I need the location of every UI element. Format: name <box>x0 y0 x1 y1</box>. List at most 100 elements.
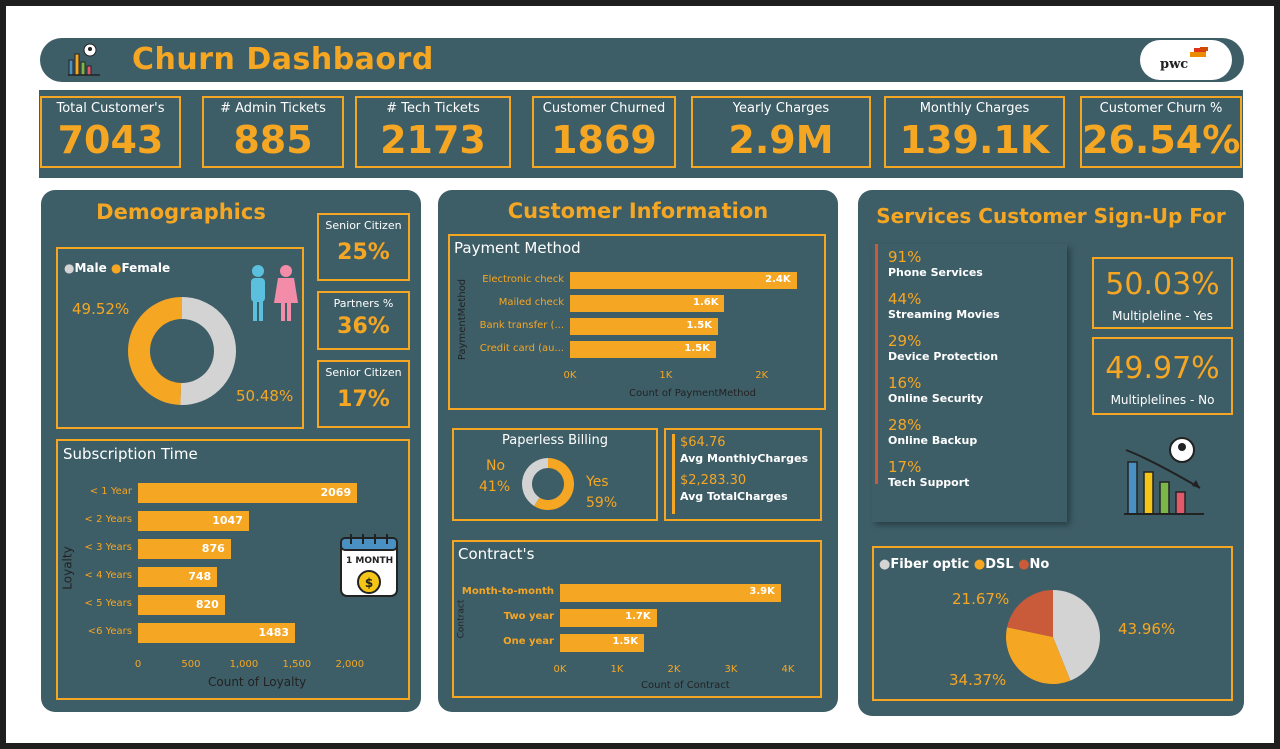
x-tick-label: 500 <box>181 659 201 670</box>
internet-dsl-pct: 34.37% <box>949 671 1007 689</box>
internet-pie <box>1006 590 1100 684</box>
multiline-no-box: 49.97% Multiplelines - No <box>1092 337 1233 415</box>
subscription-box: Subscription Time Loyalty Count of Loyal… <box>56 439 410 700</box>
x-tick-label: 4K <box>781 664 795 675</box>
kpi-label: # Admin Tickets <box>220 101 326 116</box>
payment-chart: Electronic check 2.4K Mailed check 1.6K Bank… <box>450 236 828 412</box>
legend-male: Male <box>74 261 107 275</box>
partners-box: Partners % 36% <box>317 291 410 350</box>
male-female-icon <box>251 265 298 321</box>
service-pct: 91% <box>888 248 922 266</box>
x-tick-label: 0 <box>134 659 142 670</box>
legend-fiber: Fiber optic <box>890 557 970 572</box>
bar-value-label: 2.4K <box>765 273 791 285</box>
legend-dot-icon: ● <box>879 557 891 572</box>
x-tick-label: 3K <box>724 664 738 675</box>
internet-legend: ●Fiber optic ●DSL ●No <box>879 557 1049 572</box>
contract-box: Contract's Contract Count of Contract Mo… <box>452 540 822 698</box>
service-label: Device Protection <box>888 350 999 363</box>
services-panel: Services Customer Sign-Up For 91% Phone … <box>858 190 1244 716</box>
gender-box: ●Male ●Female 49.52% 50.48% <box>56 247 304 429</box>
pwc-logo: pwc <box>1140 40 1232 80</box>
service-pct: 17% <box>888 458 922 476</box>
bar-value-label: 1483 <box>258 626 290 639</box>
service-label: Phone Services <box>888 266 983 279</box>
category-label: Month-to-month <box>461 586 554 597</box>
category-label: Two year <box>503 611 554 622</box>
multiline-no-label: Multiplelines - No <box>1110 393 1215 407</box>
x-tick-label: 1,000 <box>229 659 259 670</box>
page-title: Churn Dashbaord <box>132 42 434 77</box>
service-label: Streaming Movies <box>888 308 1000 321</box>
multiline-yes-value: 50.03% <box>1105 267 1220 302</box>
x-tick-label: 1K <box>610 664 624 675</box>
services-accent-bar <box>875 244 878 484</box>
x-tick-label: 0K <box>553 664 567 675</box>
bar-value-label: 1.6K <box>693 296 719 308</box>
service-pct: 28% <box>888 416 922 434</box>
category-label: < 5 Years <box>84 598 132 609</box>
demographics-panel: Demographics ●Male ●Female 49.52% 50.48% <box>41 190 421 712</box>
service-label: Tech Support <box>888 476 970 489</box>
kpi-yearly-charges: Yearly Charges 2.9M <box>691 96 871 168</box>
bar-value-label: 876 <box>201 542 225 555</box>
service-item: 91% Phone Services <box>888 248 983 279</box>
kpi-monthly-charges: Monthly Charges 139.1K <box>884 96 1065 168</box>
paperless-yes-pct: 59% <box>586 495 618 511</box>
decline-analytics-icon <box>1124 437 1204 515</box>
dashboard-canvas: Churn Dashbaord pwc Total Customer's 704… <box>6 6 1274 743</box>
kpi-label: Monthly Charges <box>919 101 1030 116</box>
category-label: Electronic check <box>482 273 564 285</box>
legend-dot-icon: ● <box>973 557 986 572</box>
bar-value-label: 1.5K <box>612 636 638 647</box>
kpi-total-customers: Total Customer's 7043 <box>40 96 181 168</box>
kpi-value: 1869 <box>551 118 657 162</box>
customer-info-panel: Customer Information Payment Method Paym… <box>438 190 838 712</box>
service-item: 29% Device Protection <box>888 332 998 363</box>
internet-fiber-pct: 43.96% <box>1118 620 1176 638</box>
svg-text:$: $ <box>365 576 373 590</box>
service-item: 16% Online Security <box>888 374 983 405</box>
multiline-yes-box: 50.03% Multipleline - Yes <box>1092 257 1233 329</box>
demographics-title: Demographics <box>96 200 266 224</box>
multiline-yes-label: Multipleline - Yes <box>1112 309 1213 323</box>
x-tick-label: 2,000 <box>335 659 365 670</box>
female-pct: 49.52% <box>72 300 130 318</box>
kpi-label: Yearly Charges <box>732 101 830 116</box>
service-label: Online Backup <box>888 434 978 447</box>
bar-value-label: 3.9K <box>749 586 775 597</box>
legend-dot-icon: ● <box>64 261 75 275</box>
pie-slice <box>128 297 182 405</box>
kpi-value: 7043 <box>57 118 164 162</box>
senior-citizen-value: 17% <box>337 387 390 412</box>
partners-label: Partners % <box>333 297 394 310</box>
kpi-tech-tickets: # Tech Tickets 2173 <box>355 96 511 168</box>
kpi-value: 885 <box>233 118 313 162</box>
contract-chart: Month-to-month 3.9K Two year 1.7K One year 1.… <box>454 542 824 700</box>
legend-female: Female <box>121 261 171 275</box>
kpi-value: 2.9M <box>728 118 834 162</box>
paperless-box: Paperless Billing No 41% Yes 59% <box>452 428 658 521</box>
legend-dot-icon: ● <box>1018 557 1030 572</box>
legend-no: No <box>1029 557 1050 572</box>
partners-value: 36% <box>337 314 390 339</box>
avg-divider <box>672 434 675 514</box>
pie-slice <box>522 458 548 506</box>
payment-method-box: Payment Method PaymentMethod Count of Pa… <box>448 234 826 410</box>
legend-dsl: DSL <box>985 557 1014 572</box>
kpi-churn-pct: Customer Churn % 26.54% <box>1080 96 1242 168</box>
paperless-no-pct: 41% <box>479 479 511 495</box>
bar-value-label: 2069 <box>320 486 352 499</box>
category-label: < 2 Years <box>84 514 132 525</box>
service-item: 28% Online Backup <box>888 416 977 447</box>
kpi-value: 139.1K <box>899 118 1050 162</box>
multiline-no-value: 49.97% <box>1105 351 1220 386</box>
kpi-label: Total Customer's <box>56 101 165 116</box>
senior-citizen-value: 25% <box>337 240 390 265</box>
avg-total-value: $2,283.30 <box>680 473 747 488</box>
gender-legend: ●Male ●Female <box>64 261 170 275</box>
category-label: < 3 Years <box>84 542 132 553</box>
avg-charges-box: $64.76 Avg MonthlyCharges $2,283.30 Avg … <box>664 428 822 521</box>
paperless-yes-label: Yes <box>586 474 609 490</box>
kpi-band: Total Customer's 7043 # Admin Tickets 88… <box>39 90 1243 178</box>
